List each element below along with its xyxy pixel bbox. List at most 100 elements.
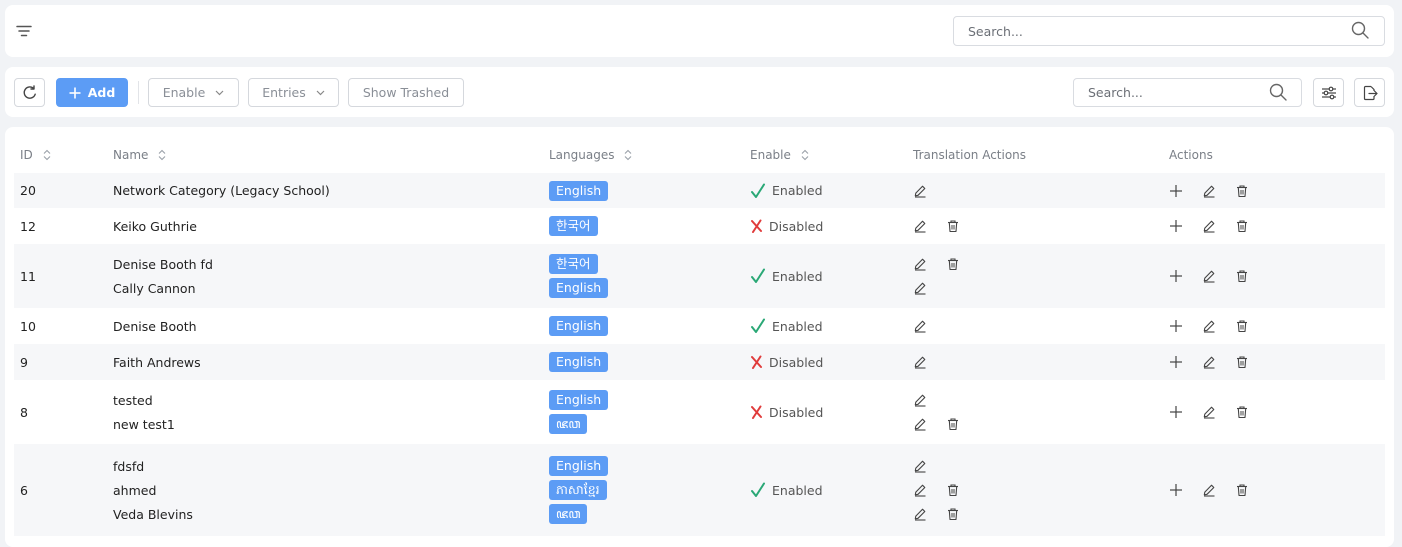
cell-languages: English ꦗꦮ (543, 380, 744, 444)
column-header-translation-actions: Translation Actions (907, 137, 1163, 173)
add-translation-icon[interactable] (1169, 219, 1183, 233)
chevron-down-icon (215, 90, 224, 95)
edit-icon[interactable] (1202, 483, 1216, 497)
column-header-actions-label: Actions (1169, 148, 1213, 162)
edit-icon[interactable] (1202, 269, 1216, 283)
column-header-id[interactable]: ID (14, 137, 107, 173)
language-badge: 한국어 (549, 216, 598, 236)
cell-id: 10 (20, 318, 36, 334)
cell-actions (1163, 380, 1385, 444)
column-header-name[interactable]: Name (107, 137, 543, 173)
refresh-button[interactable] (14, 78, 45, 107)
language-badge: English (549, 278, 609, 298)
sort-icon[interactable] (624, 149, 632, 161)
delete-icon[interactable] (1235, 184, 1249, 198)
edit-translation-icon[interactable] (913, 184, 927, 198)
top-bar (5, 5, 1394, 57)
table-row[interactable]: 10 Denise Booth English Enabled (14, 308, 1385, 344)
global-search-input[interactable] (953, 16, 1385, 46)
delete-icon[interactable] (1235, 269, 1249, 283)
table-row[interactable]: 6 fdsfd ahmed Veda Blevins English ភាសាខ្មែរ ꦗ… (14, 444, 1385, 536)
cell-actions (1163, 308, 1385, 344)
sort-icon[interactable] (801, 149, 809, 161)
edit-translation-icon[interactable] (913, 417, 927, 431)
edit-translation-icon[interactable] (913, 319, 927, 333)
entries-dropdown[interactable]: Entries (248, 78, 339, 107)
edit-translation-icon[interactable] (913, 281, 927, 295)
add-translation-icon[interactable] (1169, 405, 1183, 419)
add-translation-icon[interactable] (1169, 269, 1183, 283)
cell-actions (1163, 244, 1385, 308)
toolbar-divider (138, 81, 139, 104)
delete-translation-icon[interactable] (946, 219, 960, 233)
status-label: Enabled (772, 482, 823, 498)
edit-icon[interactable] (1202, 319, 1216, 333)
delete-translation-icon[interactable] (946, 507, 960, 521)
edit-translation-icon[interactable] (913, 483, 927, 497)
edit-translation-icon[interactable] (913, 257, 927, 271)
translation-name: tested (113, 392, 153, 408)
data-table-card: ID Name Languages Enable Translation Act… (5, 127, 1394, 547)
table-row[interactable]: 8 tested new test1 English ꦗꦮ Disabled (14, 380, 1385, 444)
cell-actions (1163, 208, 1385, 244)
delete-icon[interactable] (1235, 219, 1249, 233)
table-row[interactable]: 9 Faith Andrews English Disabled (14, 344, 1385, 380)
cell-enable: Enabled (744, 244, 907, 308)
add-button[interactable]: Add (56, 78, 128, 107)
search-icon[interactable] (1351, 21, 1369, 39)
edit-icon[interactable] (1202, 355, 1216, 369)
add-translation-icon[interactable] (1169, 355, 1183, 369)
table-row[interactable]: 12 Keiko Guthrie 한국어 Disabled (14, 208, 1385, 244)
add-translation-icon[interactable] (1169, 483, 1183, 497)
edit-translation-icon[interactable] (913, 219, 927, 233)
column-header-languages[interactable]: Languages (543, 137, 744, 173)
table-search-input[interactable] (1073, 78, 1302, 107)
table-row[interactable]: 20 Network Category (Legacy School) Englis… (14, 173, 1385, 208)
cell-name: Denise Booth fd Cally Cannon (107, 244, 543, 308)
language-badge: ꦗꦮ (549, 414, 588, 434)
delete-translation-icon[interactable] (946, 257, 960, 271)
language-badge: English (549, 352, 609, 372)
plus-icon (69, 87, 81, 98)
table-row[interactable]: 11 Denise Booth fd Cally Cannon 한국어 English E… (14, 244, 1385, 308)
cell-actions (1163, 444, 1385, 536)
add-translation-icon[interactable] (1169, 184, 1183, 198)
translation-name: Cally Cannon (113, 280, 196, 296)
column-header-enable[interactable]: Enable (744, 137, 907, 173)
export-button[interactable] (1354, 78, 1385, 107)
cell-languages: English (543, 344, 744, 380)
cell-enable: Enabled (744, 173, 907, 208)
delete-translation-icon[interactable] (946, 417, 960, 431)
delete-translation-icon[interactable] (946, 483, 960, 497)
translation-name: Denise Booth fd (113, 256, 213, 272)
edit-icon[interactable] (1202, 219, 1216, 233)
delete-icon[interactable] (1235, 319, 1249, 333)
sort-icon[interactable] (43, 149, 51, 161)
show-trashed-label: Show Trashed (362, 85, 450, 100)
filter-icon[interactable] (16, 25, 32, 37)
cell-id: 6 (14, 444, 107, 536)
column-settings-button[interactable] (1313, 78, 1344, 107)
delete-icon[interactable] (1235, 405, 1249, 419)
search-icon[interactable] (1269, 83, 1287, 101)
cell-enable: Disabled (744, 208, 907, 244)
cell-languages: English (543, 173, 744, 208)
enable-dropdown[interactable]: Enable (148, 78, 239, 107)
column-header-translation-actions-label: Translation Actions (913, 148, 1027, 162)
edit-icon[interactable] (1202, 405, 1216, 419)
cell-id: 9 (14, 344, 107, 380)
edit-translation-icon[interactable] (913, 459, 927, 473)
cell-id: 20 (14, 173, 107, 208)
delete-icon[interactable] (1235, 355, 1249, 369)
edit-translation-icon[interactable] (913, 355, 927, 369)
edit-translation-icon[interactable] (913, 393, 927, 407)
edit-icon[interactable] (1202, 184, 1216, 198)
x-icon (751, 219, 762, 233)
language-badge: ꦗꦮ (549, 504, 588, 524)
sort-icon[interactable] (158, 149, 166, 161)
delete-icon[interactable] (1235, 483, 1249, 497)
edit-translation-icon[interactable] (913, 507, 927, 521)
add-translation-icon[interactable] (1169, 319, 1183, 333)
cell-actions (1163, 344, 1385, 380)
show-trashed-button[interactable]: Show Trashed (348, 78, 464, 107)
